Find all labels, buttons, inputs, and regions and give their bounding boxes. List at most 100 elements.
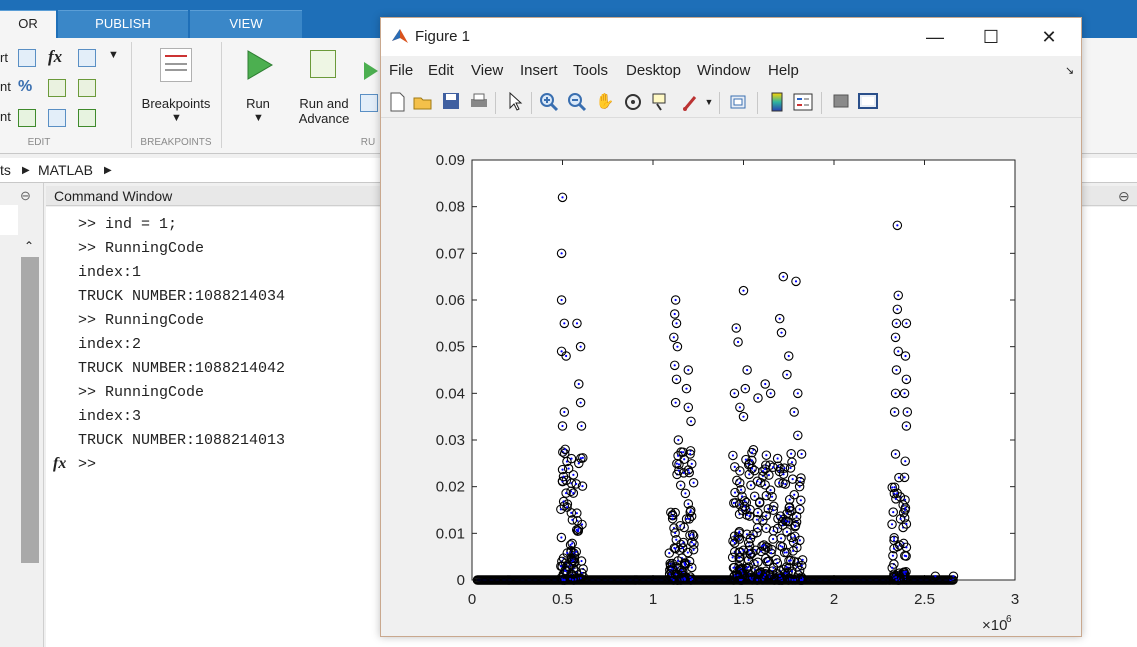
scatter-point-center bbox=[687, 368, 690, 372]
x-tick-label: 3 bbox=[1011, 591, 1019, 608]
breakpoints-dropdown-icon[interactable]: ▼ bbox=[171, 112, 182, 124]
scatter-point-center bbox=[743, 505, 746, 508]
maximize-button[interactable]: ☐ bbox=[969, 22, 1013, 52]
menu-desktop[interactable]: Desktop bbox=[626, 62, 681, 79]
zoom-out-icon[interactable] bbox=[567, 92, 587, 112]
function-browser-icon[interactable]: fx bbox=[53, 455, 66, 473]
dock-icon[interactable]: ↘ bbox=[1065, 64, 1074, 77]
function-icon[interactable] bbox=[78, 49, 96, 67]
tab-view[interactable]: VIEW bbox=[190, 10, 302, 38]
open-file-icon[interactable] bbox=[413, 92, 433, 112]
breadcrumb-arrow-icon[interactable]: ▶ bbox=[104, 158, 112, 183]
minimize-button[interactable]: — bbox=[913, 22, 957, 52]
scatter-point-center bbox=[689, 420, 693, 423]
y-tick-label: 0.03 bbox=[436, 432, 465, 449]
indent-icon[interactable] bbox=[18, 109, 36, 127]
pan-icon[interactable]: ✋ bbox=[595, 92, 615, 112]
breakpoints-icon[interactable] bbox=[160, 48, 192, 82]
menu-tools[interactable]: Tools bbox=[573, 62, 608, 79]
command-line: >> RunningCode bbox=[78, 240, 205, 257]
command-line: TRUCK NUMBER:1088214034 bbox=[78, 288, 286, 305]
run-and-advance-icon[interactable] bbox=[310, 50, 336, 78]
scatter-point-center bbox=[676, 454, 680, 457]
run-button[interactable]: Run bbox=[238, 96, 278, 111]
uncomment-icon[interactable] bbox=[48, 79, 66, 97]
close-button[interactable]: ✕ bbox=[1027, 22, 1071, 52]
scatter-point-center bbox=[899, 517, 902, 520]
legend-icon[interactable] bbox=[793, 92, 813, 112]
scatter-point-center bbox=[897, 476, 901, 479]
pointer-icon[interactable] bbox=[505, 91, 525, 112]
run-dropdown-icon[interactable]: ▼ bbox=[253, 112, 264, 124]
run-and-advance-label-line1: Run and bbox=[299, 96, 349, 111]
command-prompt[interactable]: >> bbox=[78, 453, 96, 477]
scatter-point-center bbox=[786, 512, 789, 515]
menu-file[interactable]: File bbox=[389, 62, 413, 79]
scatter-point-center bbox=[896, 224, 899, 227]
menu-edit[interactable]: Edit bbox=[428, 62, 454, 79]
breakpoints-button[interactable]: Breakpoints bbox=[138, 96, 214, 111]
scatter-point-center bbox=[756, 561, 759, 564]
link-plot-icon[interactable] bbox=[729, 92, 749, 112]
toolbar-separator bbox=[531, 92, 532, 114]
run-icon[interactable] bbox=[244, 48, 274, 82]
advance-icon[interactable] bbox=[360, 94, 378, 112]
hide-plot-tools-icon[interactable] bbox=[831, 92, 851, 112]
colorbar-icon[interactable] bbox=[767, 92, 787, 112]
scatter-point-center bbox=[750, 459, 753, 462]
breadcrumb-arrow-icon[interactable]: ▶ bbox=[22, 158, 30, 183]
scatter-point-center bbox=[572, 559, 575, 562]
scatter-point-center bbox=[748, 473, 751, 476]
rotate-icon[interactable] bbox=[623, 92, 643, 112]
plot-canvas[interactable]: 0 0.5 1 1.5 2 2.5 3 0 0.01 0.02 0.03 0.04 0.05 0.06 0.… bbox=[381, 118, 1081, 636]
new-figure-icon[interactable] bbox=[387, 92, 407, 112]
scrollbar-thumb[interactable] bbox=[21, 257, 39, 563]
show-plot-tools-icon[interactable] bbox=[858, 92, 878, 112]
scatter-point-center bbox=[565, 506, 569, 509]
scatter-point-center bbox=[684, 492, 687, 495]
figure-toolbar: ✋ ▼ bbox=[381, 86, 1081, 118]
scatter-point-center bbox=[671, 567, 674, 571]
scatter-point-center bbox=[784, 483, 787, 486]
scatter-point-center bbox=[765, 494, 768, 497]
scroll-up-icon[interactable]: ⌃ bbox=[24, 239, 34, 253]
breadcrumb-prefix[interactable]: ts bbox=[0, 158, 11, 183]
menu-help[interactable]: Help bbox=[768, 62, 799, 79]
zoom-in-icon[interactable] bbox=[539, 92, 559, 112]
comment-icon[interactable]: % bbox=[18, 78, 32, 96]
insert-dropdown-icon[interactable]: ▼ bbox=[108, 49, 119, 61]
print-icon[interactable] bbox=[469, 92, 489, 112]
menu-window[interactable]: Window bbox=[697, 62, 750, 79]
insert-section-icon[interactable] bbox=[18, 49, 36, 67]
scatter-point-center bbox=[891, 554, 895, 557]
folder-list[interactable] bbox=[0, 205, 18, 235]
scatter-point-center bbox=[687, 406, 690, 409]
scatter-point-center bbox=[770, 495, 774, 498]
increase-indent-icon[interactable] bbox=[78, 109, 96, 127]
tab-publish[interactable]: PUBLISH bbox=[58, 10, 188, 38]
run-and-advance-button[interactable]: Run and Advance bbox=[294, 96, 354, 126]
menu-view[interactable]: View bbox=[471, 62, 503, 79]
scatter-point-center bbox=[749, 537, 752, 540]
scatter-point-center bbox=[756, 511, 759, 514]
scatter-point-center bbox=[790, 452, 793, 455]
scatter-point-center bbox=[564, 492, 568, 495]
figure-titlebar[interactable]: Figure 1 — ☐ ✕ bbox=[381, 18, 1081, 56]
tab-editor[interactable]: OR bbox=[0, 10, 56, 38]
decrease-indent-icon[interactable] bbox=[48, 109, 66, 127]
command-window-menu-icon[interactable]: ⊖ bbox=[1118, 186, 1130, 206]
menu-insert[interactable]: Insert bbox=[520, 62, 558, 79]
breadcrumb-matlab[interactable]: MATLAB bbox=[38, 158, 93, 183]
y-tick-label: 0.04 bbox=[436, 385, 465, 402]
wrap-comments-icon[interactable] bbox=[78, 79, 96, 97]
run-section-icon[interactable] bbox=[362, 60, 380, 82]
fx-icon[interactable]: fx bbox=[48, 47, 62, 67]
save-icon[interactable] bbox=[441, 92, 461, 112]
brush-icon[interactable] bbox=[681, 92, 701, 112]
scatter-point-center bbox=[682, 471, 685, 474]
panel-menu-icon[interactable]: ⊖ bbox=[20, 188, 31, 204]
data-cursor-icon[interactable] bbox=[651, 92, 671, 112]
brush-dropdown-icon[interactable]: ▼ bbox=[699, 92, 719, 112]
scatter-point-center bbox=[563, 578, 566, 582]
figure-window[interactable]: Figure 1 — ☐ ✕ File Edit View Insert Too… bbox=[380, 17, 1082, 637]
